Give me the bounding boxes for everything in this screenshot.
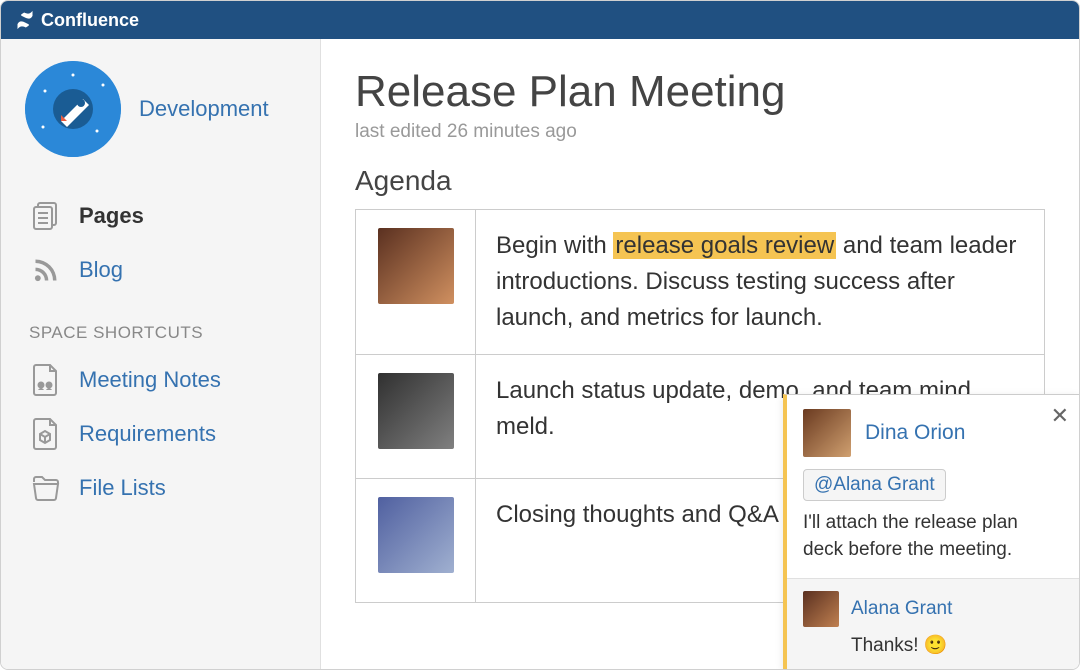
confluence-icon [15,10,35,30]
main-content: Release Plan Meeting last edited 26 minu… [321,39,1079,669]
space-avatar-icon [25,61,121,157]
body: Development Pages [1,39,1079,669]
table-row: Begin with release goals review and team… [356,210,1045,355]
reply-block: Alana Grant Thanks! 🙂 [787,578,1079,669]
user-avatar [378,228,454,304]
sidebar-shortcut-file-lists[interactable]: File Lists [25,461,296,515]
meeting-notes-icon [29,363,63,397]
app-window: Confluence [0,0,1080,670]
highlighted-text[interactable]: release goals review [613,232,836,259]
reply-author[interactable]: Alana Grant [851,598,952,620]
file-lists-icon [29,471,63,505]
row-avatar-cell [356,210,476,355]
inline-comment-popup: ✕ Dina Orion @Alana Grant I'll attach th… [783,394,1079,669]
mention-chip[interactable]: @Alana Grant [803,469,946,501]
comment-body: I'll attach the release plan deck before… [803,509,1063,564]
rss-icon [29,253,63,287]
app-logo: Confluence [15,10,139,31]
requirements-icon [29,417,63,451]
agenda-heading: Agenda [355,165,1045,197]
comment-block: Dina Orion @Alana Grant I'll attach the … [787,395,1079,578]
reply-header: Alana Grant [803,591,1063,627]
nav-label: Blog [79,257,123,283]
user-avatar [378,373,454,449]
reply-body: Thanks! 🙂 [803,633,1063,657]
app-name: Confluence [41,10,139,31]
close-icon[interactable]: ✕ [1051,403,1069,429]
comment-avatar [803,409,851,457]
sidebar: Development Pages [1,39,321,669]
sidebar-item-pages[interactable]: Pages [25,189,296,243]
sidebar-item-blog[interactable]: Blog [25,243,296,297]
row-text-before: Begin with [496,232,613,259]
shortcut-label: Meeting Notes [79,367,221,393]
nav-label: Pages [79,203,144,229]
comment-author[interactable]: Dina Orion [865,421,965,445]
space-title[interactable]: Development [139,96,269,122]
sidebar-shortcut-meeting-notes[interactable]: Meeting Notes [25,353,296,407]
pages-icon [29,199,63,233]
page-meta: last edited 26 minutes ago [355,121,1045,143]
row-avatar-cell [356,355,476,479]
shortcut-label: Requirements [79,421,216,447]
titlebar: Confluence [1,1,1079,39]
row-text-cell: Begin with release goals review and team… [476,210,1045,355]
shortcut-label: File Lists [79,475,166,501]
page-title: Release Plan Meeting [355,67,1045,117]
space-header[interactable]: Development [25,61,296,157]
row-avatar-cell [356,479,476,603]
shortcuts-header: SPACE SHORTCUTS [29,323,296,343]
sidebar-shortcut-requirements[interactable]: Requirements [25,407,296,461]
reply-avatar [803,591,839,627]
comment-header: Dina Orion [803,409,1063,457]
user-avatar [378,497,454,573]
